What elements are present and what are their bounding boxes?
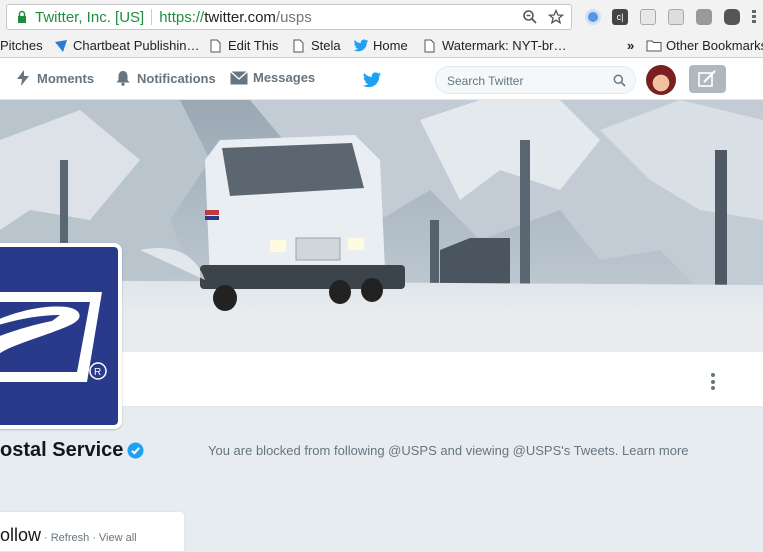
extension-tab-icon[interactable] xyxy=(640,9,656,25)
bookmark-label: Watermark: NYT-br… xyxy=(442,38,567,53)
bell-icon xyxy=(116,71,130,86)
compose-tweet-button[interactable] xyxy=(689,65,726,93)
extension-puzzle-icon[interactable] xyxy=(668,9,684,25)
twitter-bird-icon xyxy=(353,38,369,51)
lock-icon xyxy=(18,10,26,23)
bookmarks-overflow-button[interactable]: » xyxy=(627,38,634,53)
nav-notifications[interactable]: Notifications xyxy=(115,70,216,86)
bookmark-label: Pitches xyxy=(0,38,43,53)
lightning-icon xyxy=(17,70,29,86)
url-path: /usps xyxy=(275,8,312,26)
bookmarks-bar: Pitches Chartbeat Publishin… Edit This S… xyxy=(0,34,763,58)
extension-shield-icon[interactable] xyxy=(696,9,712,25)
bookmark-pitches[interactable]: Pitches xyxy=(0,38,43,53)
svg-text:R: R xyxy=(94,367,101,378)
search-icon[interactable] xyxy=(613,74,626,87)
profile-name-text: ostal Service xyxy=(0,439,124,461)
verified-badge-icon xyxy=(127,442,144,459)
blocked-message-text: You are blocked from following @USPS and… xyxy=(208,443,689,458)
page-icon xyxy=(424,39,435,52)
refresh-link[interactable]: Refresh xyxy=(51,532,90,544)
bookmark-stela[interactable]: Stela xyxy=(293,38,341,53)
quill-icon xyxy=(698,70,716,87)
url-scheme: https:// xyxy=(159,8,205,26)
bookmark-label: Chartbeat Publishin… xyxy=(73,38,200,53)
nav-moments[interactable]: Moments xyxy=(16,70,94,86)
extension-circle-icon[interactable] xyxy=(585,9,601,25)
bookmark-label: Other Bookmarks xyxy=(666,38,763,53)
browser-toolbar: Twitter, Inc. [US] https:// twitter.com … xyxy=(0,0,763,34)
search-box[interactable]: Search Twitter xyxy=(435,66,636,94)
bookmark-watermark[interactable]: Watermark: NYT-br… xyxy=(424,38,566,53)
url-host: twitter.com xyxy=(204,8,276,26)
nav-label: Moments xyxy=(37,70,95,86)
nav-messages[interactable]: Messages xyxy=(230,70,315,85)
bookmark-home[interactable]: Home xyxy=(353,38,408,53)
star-icon[interactable] xyxy=(548,9,564,25)
zoom-icon[interactable] xyxy=(522,9,538,25)
url-bar[interactable]: Twitter, Inc. [US] https:// twitter.com … xyxy=(6,4,572,30)
user-avatar[interactable] xyxy=(646,65,676,95)
browser-menu-icon[interactable] xyxy=(752,10,756,24)
nav-label: Messages xyxy=(253,70,316,85)
twitter-top-nav: Moments Notifications Messages Search Tw… xyxy=(0,58,763,100)
twitter-logo-icon[interactable] xyxy=(362,72,382,89)
more-options-icon[interactable] xyxy=(711,373,715,390)
usps-eagle-logo: R xyxy=(0,247,118,425)
who-to-follow-card: ollow · Refresh · View all xyxy=(0,511,185,552)
extension-cl-icon[interactable]: c| xyxy=(612,9,628,25)
folder-icon xyxy=(646,40,662,52)
overflow-chevron-icon: » xyxy=(627,38,635,53)
page-icon xyxy=(293,39,304,52)
separator: · xyxy=(92,532,96,544)
bookmark-label: Edit This xyxy=(228,38,279,53)
nav-label: Notifications xyxy=(137,70,216,86)
chartbeat-icon xyxy=(55,39,67,52)
bookmark-chartbeat[interactable]: Chartbeat Publishin… xyxy=(54,38,199,53)
view-all-link[interactable]: View all xyxy=(99,532,137,544)
other-bookmarks-folder[interactable]: Other Bookmarks xyxy=(646,38,763,53)
who-to-follow-title: ollow xyxy=(0,525,42,545)
profile-avatar[interactable]: R xyxy=(0,243,122,429)
bookmark-edit-this[interactable]: Edit This xyxy=(210,38,278,53)
bookmark-label: Home xyxy=(373,38,408,53)
separator: · xyxy=(44,532,48,544)
envelope-icon xyxy=(230,70,248,84)
profile-name[interactable]: ostal Service xyxy=(0,439,144,462)
search-placeholder: Search Twitter xyxy=(447,74,524,88)
security-label: Twitter, Inc. [US] xyxy=(35,8,145,26)
blocked-message: You are blocked from following @USPS and… xyxy=(208,443,689,458)
extension-incognito-icon[interactable] xyxy=(724,9,740,25)
bookmark-label: Stela xyxy=(311,38,341,53)
page-icon xyxy=(210,39,221,52)
